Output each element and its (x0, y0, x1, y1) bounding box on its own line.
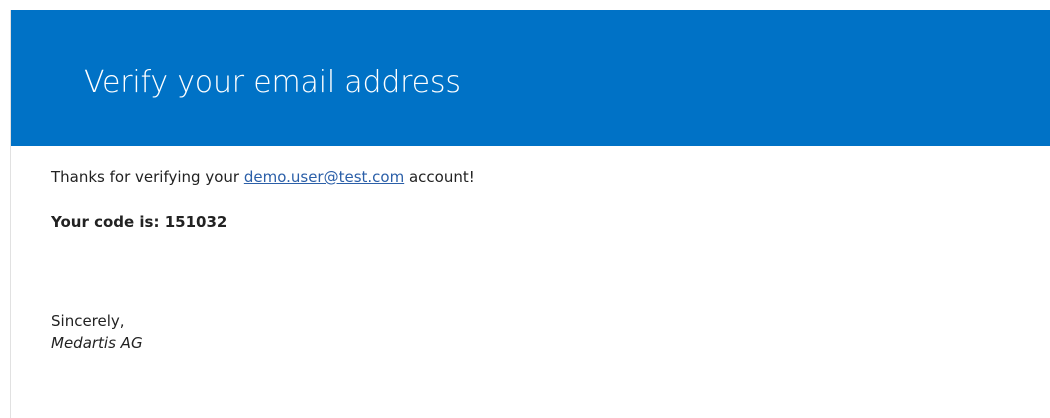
email-address-link[interactable]: demo.user@test.com (244, 168, 404, 186)
thanks-suffix: account! (404, 168, 475, 186)
verification-code: 151032 (164, 213, 228, 231)
email-header-title: Verify your email address (84, 65, 461, 100)
email-header-banner: Verify your email address (11, 10, 1050, 146)
thanks-message: Thanks for verifying your demo.user@test… (51, 164, 475, 190)
thanks-prefix: Thanks for verifying your (51, 168, 244, 186)
verification-code-line: Your code is: 151032 (51, 209, 227, 235)
company-signature: Medartis AG (51, 334, 143, 352)
email-frame: Verify your email address Thanks for ver… (10, 10, 1050, 418)
code-label: Your code is: (51, 213, 165, 231)
